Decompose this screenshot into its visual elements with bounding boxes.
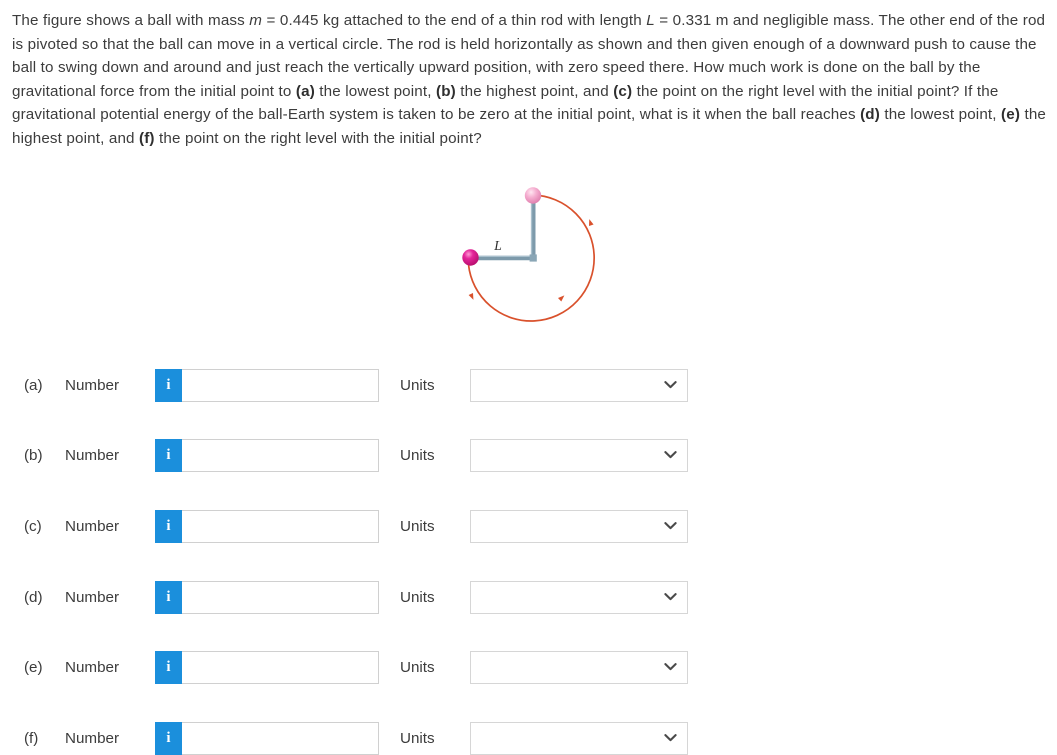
- number-input-f[interactable]: [182, 722, 378, 754]
- units-select-wrapper[interactable]: JkJNmkg: [470, 580, 688, 614]
- units-select-f[interactable]: JkJNmkg: [471, 722, 687, 754]
- answer-row-d: (d) Number i Units JkJNmkg: [0, 580, 760, 614]
- answer-row-letter: (b): [24, 446, 43, 464]
- rod: [471, 196, 536, 261]
- number-input-c[interactable]: [182, 510, 378, 542]
- units-select-c[interactable]: JkJNmkg: [471, 510, 687, 542]
- units-select-wrapper[interactable]: JkJNmkg: [470, 650, 688, 684]
- number-input-d[interactable]: [182, 581, 378, 613]
- answer-row-b: (b) Number i Units JkJNmkg: [0, 438, 760, 472]
- answer-row-letter: (e): [24, 658, 43, 676]
- units-label: Units: [400, 517, 435, 535]
- info-icon[interactable]: i: [155, 721, 182, 755]
- units-select-wrapper[interactable]: JkJNmkg: [470, 721, 688, 755]
- answer-row-letter: (f): [24, 729, 39, 747]
- ball-initial-position: [462, 249, 479, 266]
- number-field-group: i: [155, 368, 379, 402]
- units-label: Units: [400, 729, 435, 747]
- units-select-wrapper[interactable]: JkJNmkg: [470, 509, 688, 543]
- pivot-point: [529, 254, 537, 262]
- units-select-b[interactable]: JkJNmkg: [471, 439, 687, 471]
- number-label: Number: [65, 376, 120, 394]
- units-select-wrapper[interactable]: JkJNmkg: [470, 368, 688, 402]
- answer-row-letter: (c): [24, 517, 42, 535]
- info-icon[interactable]: i: [155, 438, 182, 472]
- answer-row-c: (c) Number i Units JkJNmkg: [0, 509, 760, 543]
- answer-row-letter: (a): [24, 376, 43, 394]
- problem-statement: The figure shows a ball with mass m = 0.…: [12, 12, 1047, 147]
- info-icon[interactable]: i: [155, 650, 182, 684]
- answer-row-a: (a) Number i Units JkJNmkg: [0, 368, 760, 402]
- physics-figure: L: [440, 178, 620, 333]
- number-label: Number: [65, 729, 120, 747]
- info-icon[interactable]: i: [155, 580, 182, 614]
- number-label: Number: [65, 446, 120, 464]
- number-label: Number: [65, 658, 120, 676]
- number-field-group: i: [155, 509, 379, 543]
- units-label: Units: [400, 376, 435, 394]
- units-label: Units: [400, 446, 435, 464]
- answer-row-f: (f) Number i Units JkJNmkg: [0, 721, 760, 755]
- number-label: Number: [65, 588, 120, 606]
- units-label: Units: [400, 588, 435, 606]
- answer-row-e: (e) Number i Units JkJNmkg: [0, 650, 760, 684]
- answer-row-letter: (d): [24, 588, 43, 606]
- ball-rod-circle-diagram: L: [462, 187, 595, 322]
- units-select-a[interactable]: JkJNmkg: [471, 369, 687, 401]
- number-field-group: i: [155, 580, 379, 614]
- units-select-d[interactable]: JkJNmkg: [471, 581, 687, 613]
- units-select-e[interactable]: JkJNmkg: [471, 651, 687, 683]
- number-field-group: i: [155, 438, 379, 472]
- number-input-b[interactable]: [182, 439, 378, 471]
- number-input-a[interactable]: [182, 369, 378, 401]
- info-icon[interactable]: i: [155, 368, 182, 402]
- units-label: Units: [400, 658, 435, 676]
- number-field-group: i: [155, 650, 379, 684]
- number-input-e[interactable]: [182, 651, 378, 683]
- number-label: Number: [65, 517, 120, 535]
- units-select-wrapper[interactable]: JkJNmkg: [470, 438, 688, 472]
- ball-highest-position: [524, 187, 542, 204]
- info-icon[interactable]: i: [155, 509, 182, 543]
- number-field-group: i: [155, 721, 379, 755]
- length-label-L: L: [493, 238, 502, 253]
